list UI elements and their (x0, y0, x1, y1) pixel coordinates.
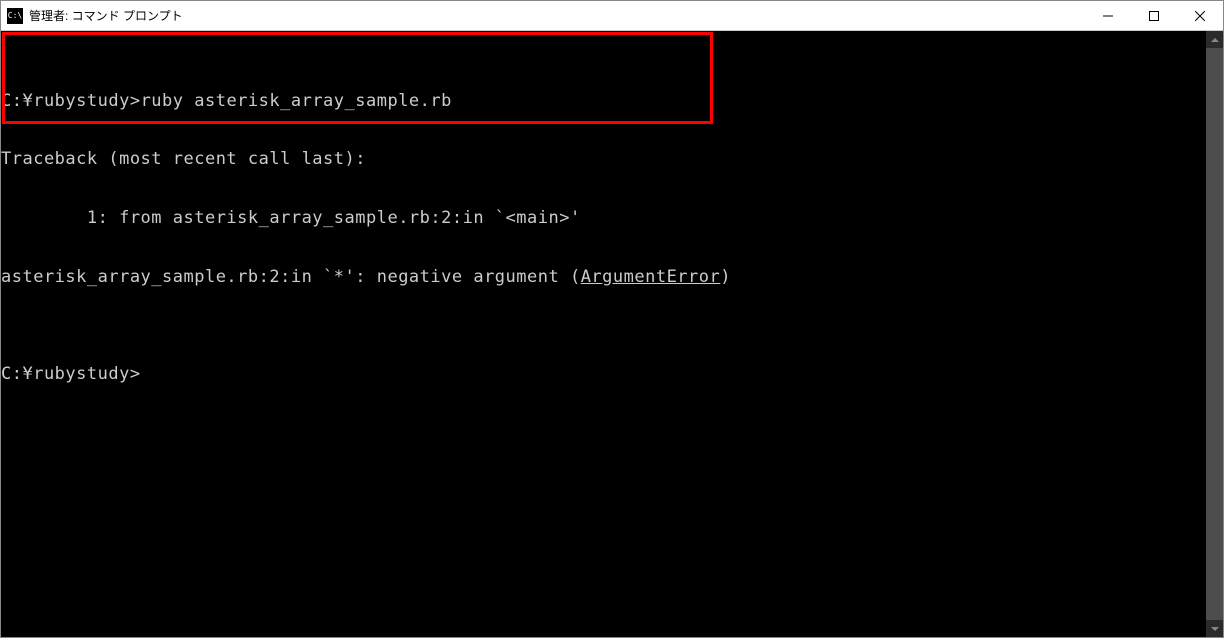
close-icon (1195, 11, 1205, 21)
error-text-c: ) (720, 267, 731, 287)
terminal-line: C:¥rubystudy>ruby asterisk_array_sample.… (1, 92, 1206, 112)
terminal-line: 1: from asterisk_array_sample.rb:2:in `<… (1, 209, 1206, 229)
scrollbar[interactable] (1206, 31, 1223, 637)
chevron-down-icon (1211, 625, 1219, 633)
app-icon (7, 8, 23, 24)
maximize-button[interactable] (1131, 1, 1177, 30)
window-title: 管理者: コマンド プロンプト (29, 7, 1085, 24)
terminal-line: C:¥rubystudy> (1, 365, 1206, 385)
terminal-line: Traceback (most recent call last): (1, 150, 1206, 170)
minimize-icon (1103, 11, 1113, 21)
chevron-up-icon (1211, 36, 1219, 44)
terminal-line: asterisk_array_sample.rb:2:in `*': negat… (1, 268, 1206, 288)
maximize-icon (1149, 11, 1159, 21)
command: ruby asterisk_array_sample.rb (141, 91, 452, 111)
scrollbar-track[interactable] (1206, 48, 1223, 620)
error-name: ArgumentError (581, 267, 721, 287)
prompt: C:¥rubystudy> (1, 91, 141, 111)
minimize-button[interactable] (1085, 1, 1131, 30)
close-button[interactable] (1177, 1, 1223, 30)
scrollbar-down-button[interactable] (1206, 620, 1223, 637)
scrollbar-thumb[interactable] (1206, 48, 1223, 620)
titlebar[interactable]: 管理者: コマンド プロンプト (1, 1, 1223, 31)
terminal-output[interactable]: C:¥rubystudy>ruby asterisk_array_sample.… (1, 31, 1206, 637)
scrollbar-up-button[interactable] (1206, 31, 1223, 48)
command-prompt-window: 管理者: コマンド プロンプト C:¥rubystudy>ruby asteri… (0, 0, 1224, 638)
window-controls (1085, 1, 1223, 30)
error-text-a: asterisk_array_sample.rb:2:in `*': negat… (1, 267, 581, 287)
terminal-container: C:¥rubystudy>ruby asterisk_array_sample.… (1, 31, 1223, 637)
